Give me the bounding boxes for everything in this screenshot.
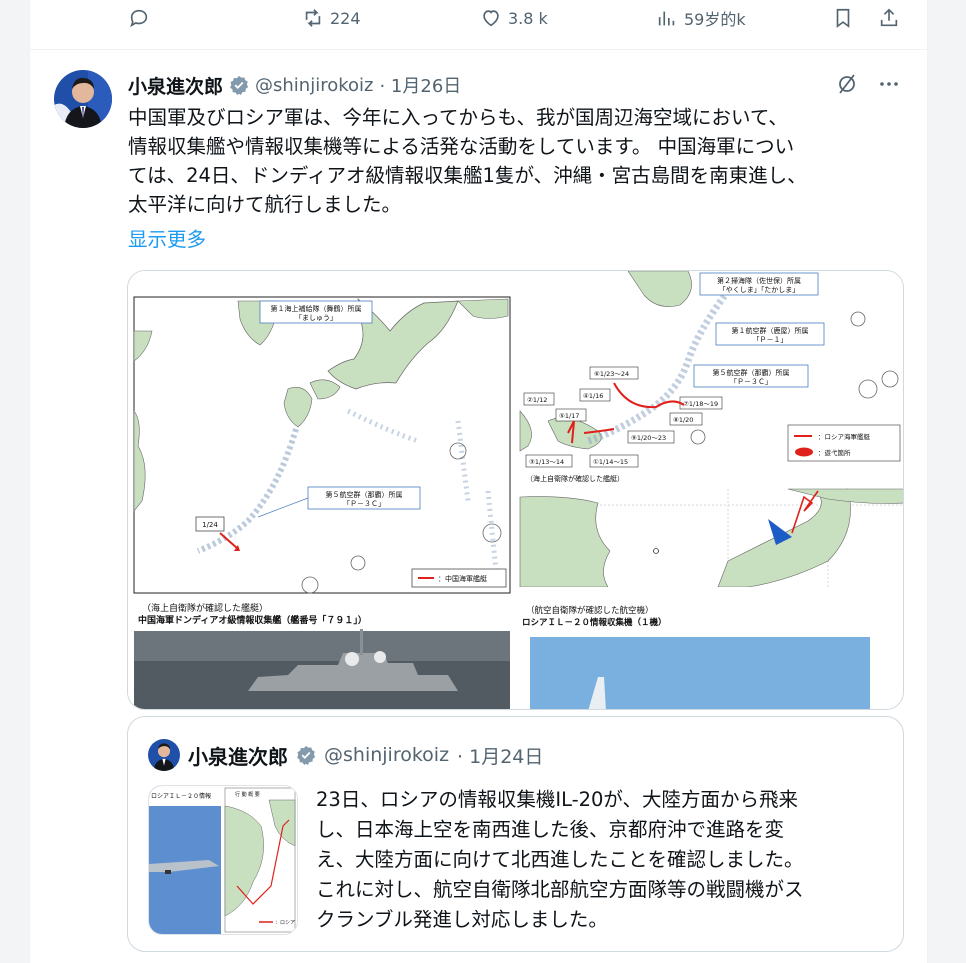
right-map-box2-line2: 「Ｐ－１」 xyxy=(753,336,788,344)
retweet-count: 224 xyxy=(330,8,361,28)
quoted-tweet[interactable]: 小泉進次郎 @shinjirokoiz · 1月24日 ロシアＩＬ－２０情報 行… xyxy=(127,716,904,952)
quoted-text-line: クランブル発進し対応しました。 xyxy=(316,908,608,931)
quoted-thumb-title: 行 動 概 要 xyxy=(235,791,260,798)
author-avatar[interactable] xyxy=(54,70,112,128)
right-map-date: ②1/12 xyxy=(527,396,547,404)
right-map-box2-line1: 第１航空群（鹿屋）所属 xyxy=(732,326,809,335)
tweet-text-line: 太平洋に向けて航行しました。 xyxy=(128,193,402,216)
tweet-text-line: ては、24日、ドンディアオ級情報収集艦1隻が、沖縄・宮古島間を南東進し、 xyxy=(128,164,807,187)
right-map-legend1: ：ロシア海軍艦艇 xyxy=(818,432,871,441)
right-bottom-map-image[interactable] xyxy=(519,488,904,588)
verified-badge-icon xyxy=(297,745,316,765)
quoted-text-line: し、日本海上空を南西進した後、京都府沖で進路を変 xyxy=(316,818,785,841)
retweet-icon xyxy=(305,9,321,27)
right-map-date: ④1/16 xyxy=(583,392,603,400)
tweet-text-line: 中国軍及びロシア軍は、今年に入ってからも、我が国周辺海空域において、 xyxy=(128,106,788,129)
previous-tweet-action-bar: 224 3.8 k 59岁的k xyxy=(30,0,929,50)
right-map-date: ③1/13～14 xyxy=(529,458,564,466)
quoted-author-name: 小泉進次郎 xyxy=(188,744,288,769)
author-handle[interactable]: @shinjirokoiz xyxy=(255,75,373,96)
reply-button[interactable] xyxy=(128,6,150,30)
quoted-thumb-legend: ：ロシア xyxy=(275,920,295,926)
like-count: 3.8 k xyxy=(508,8,548,28)
left-map-box2-line2: 「Ｐ－３Ｃ」 xyxy=(343,500,385,508)
right-map-box3-line2: 「Ｐ－３Ｃ」 xyxy=(730,378,772,386)
views-button[interactable]: 59岁的k xyxy=(656,6,746,30)
tweet-header-actions xyxy=(835,72,901,96)
right-map-date: ⑦1/18～19 xyxy=(683,400,718,408)
right-map-small-caption: （海上自衛隊が確認した艦艇） xyxy=(526,474,624,483)
left-map-box2-line1: 第５航空群（那覇）所属 xyxy=(326,490,403,499)
right-map-date: ⑤1/17 xyxy=(559,412,579,420)
tweet-text-line: 情報収集艦や情報収集機等による活発な活動をしています。 中国海軍につい xyxy=(128,135,795,158)
tweet-header: 小泉進次郎 @shinjirokoiz · 1月26日 xyxy=(128,72,918,98)
right-map-date: ①1/14～15 xyxy=(593,458,628,466)
quoted-text-line: これに対し、航空自衛隊北部航空方面隊等の戦闘機がス xyxy=(316,878,804,901)
right-top-map-image[interactable]: 第２掃海隊（佐世保）所属 「やくしま」「たかしま」 第１航空群（鹿屋）所属 「Ｐ… xyxy=(519,271,904,485)
left-map-legend: ：中国海軍艦艇 xyxy=(438,574,487,583)
quoted-thumb-label: ロシアＩＬ－２０情報 xyxy=(151,792,211,800)
right-gutter xyxy=(928,0,966,963)
bookmark-button[interactable] xyxy=(832,6,854,30)
tweet-date[interactable]: · 1月26日 xyxy=(379,72,461,98)
share-icon xyxy=(880,8,898,27)
left-map-date-label: 1/24 xyxy=(202,521,218,529)
right-map-box3-line1: 第５航空群（那覇）所属 xyxy=(713,368,790,377)
right-map-caption-2: ロシアＩＬ－２０情報収集機（１機） xyxy=(522,617,667,628)
quoted-tweet-date: · 1月24日 xyxy=(457,745,544,768)
timeline-column: 224 3.8 k 59岁的k 小泉進次郎 @shinjirokoiz · 1月… xyxy=(29,0,929,963)
left-map-box1-line1: 第１海上補給隊（舞鶴）所属 xyxy=(271,304,362,313)
left-map-image[interactable]: 第１海上補給隊（舞鶴）所属 「ましゅう」 第５航空群（那覇）所属 「Ｐ－３Ｃ」 … xyxy=(128,271,514,710)
quoted-tweet-text: 23日、ロシアの情報収集機IL-20が、大陸方面から飛来 し、日本海上空を南西進… xyxy=(316,785,886,935)
quoted-text-line: え、大陸方面に向けて北西進したことを確認しました。 xyxy=(316,848,804,871)
tweet-media[interactable]: 第１海上補給隊（舞鶴）所属 「ましゅう」 第５航空群（那覇）所属 「Ｐ－３Ｃ」 … xyxy=(127,270,904,710)
right-map-date: ⑧1/20 xyxy=(673,416,693,424)
left-gutter xyxy=(0,0,29,963)
reply-icon xyxy=(130,9,148,28)
quoted-text-line: 23日、ロシアの情報収集機IL-20が、大陸方面から飛来 xyxy=(316,788,799,811)
tweet-text: 中国軍及びロシア軍は、今年に入ってからも、我が国周辺海空域において、 情報収集艦… xyxy=(128,103,908,219)
left-map-caption-1: （海上自衛隊が確認した艦艇） xyxy=(142,602,268,614)
analytics-icon xyxy=(658,11,675,26)
right-map-date: ⑥1/23～24 xyxy=(594,370,629,378)
show-more-link[interactable]: 显示更多 xyxy=(128,223,206,252)
right-map-caption-1: （航空自衛隊が確認した航空機） xyxy=(526,605,654,616)
heart-icon xyxy=(483,10,499,27)
right-map-box1-line2: 「やくしま」「たかしま」 xyxy=(719,286,800,294)
bookmark-icon xyxy=(836,8,850,28)
quoted-author-avatar xyxy=(148,739,180,771)
quoted-media-thumbnail[interactable]: ロシアＩＬ－２０情報 行 動 概 要 ：ロシア xyxy=(148,785,298,935)
right-map-date: ⑨1/20～23 xyxy=(631,434,666,442)
author-name[interactable]: 小泉進次郎 xyxy=(128,72,223,99)
grok-icon[interactable] xyxy=(835,72,859,96)
like-button[interactable]: 3.8 k xyxy=(480,6,548,30)
more-options-icon[interactable] xyxy=(877,72,901,96)
right-map-legend2: ：遊弋箇所 xyxy=(818,448,851,457)
quoted-tweet-header: 小泉進次郎 @shinjirokoiz · 1月24日 xyxy=(148,739,543,771)
retweet-button[interactable]: 224 xyxy=(302,6,361,30)
views-count: 59岁的k xyxy=(684,10,746,29)
right-map-box1-line1: 第２掃海隊（佐世保）所属 xyxy=(717,276,801,285)
quoted-author-handle: @shinjirokoiz xyxy=(324,744,450,766)
verified-badge-icon xyxy=(230,75,249,95)
left-map-caption-2: 中国海軍ドンディアオ級情報収集艦（艦番号「７９１」） xyxy=(138,614,367,626)
left-map-box1-line2: 「ましゅう」 xyxy=(295,314,337,322)
right-plane-photo[interactable]: （航空自衛隊が確認した航空機） ロシアＩＬ－２０情報収集機（１機） xyxy=(520,587,904,710)
share-button[interactable] xyxy=(878,6,900,30)
